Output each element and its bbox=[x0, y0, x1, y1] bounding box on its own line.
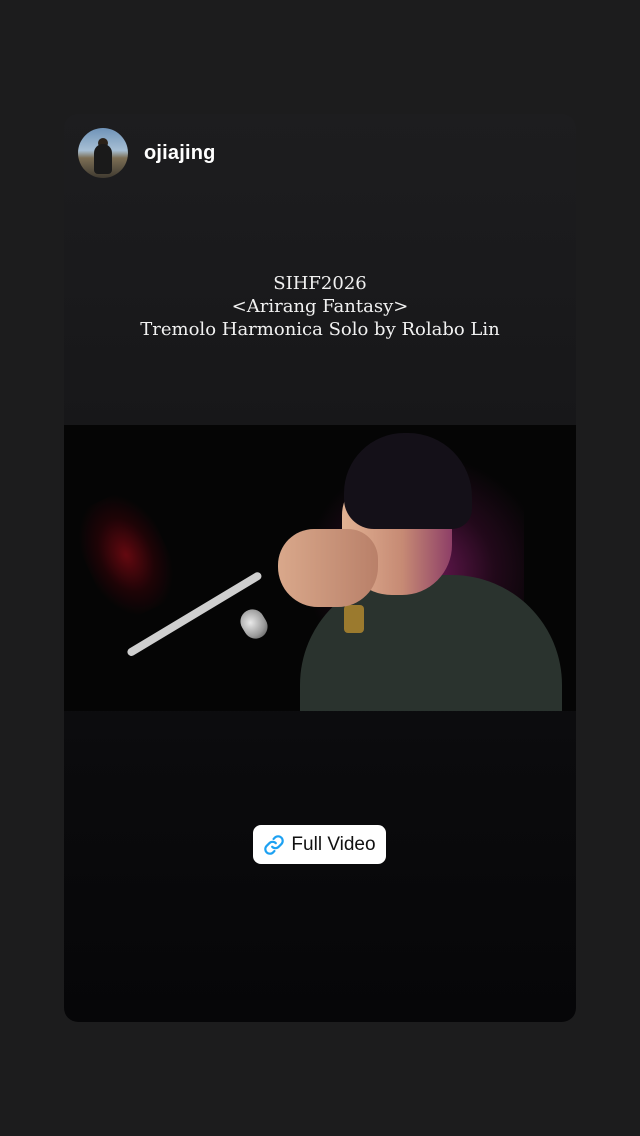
avatar[interactable] bbox=[78, 128, 128, 178]
story-card[interactable]: ojiajing SIHF2026 <Arirang Fantasy> Trem… bbox=[64, 114, 576, 1022]
link-icon bbox=[263, 834, 285, 856]
full-video-link-button[interactable]: Full Video bbox=[253, 825, 386, 864]
caption-line-3: Tremolo Harmonica Solo by Rolabo Lin bbox=[140, 319, 500, 340]
caption-line-2: <Arirang Fantasy> bbox=[231, 296, 409, 317]
story-header: ojiajing bbox=[78, 128, 216, 178]
username[interactable]: ojiajing bbox=[144, 142, 216, 165]
full-video-label: Full Video bbox=[291, 833, 376, 855]
performer-lapel-pin bbox=[344, 605, 364, 633]
performance-video[interactable] bbox=[64, 425, 576, 711]
performer-hands-harmonica bbox=[278, 529, 378, 607]
avatar-person-body bbox=[94, 144, 112, 174]
performer-hair bbox=[344, 433, 472, 529]
caption-line-1: SIHF2026 bbox=[273, 273, 367, 294]
microphone-icon bbox=[235, 604, 273, 644]
story-caption: SIHF2026 <Arirang Fantasy> Tremolo Harmo… bbox=[64, 272, 576, 341]
stage-red-light bbox=[64, 483, 188, 627]
